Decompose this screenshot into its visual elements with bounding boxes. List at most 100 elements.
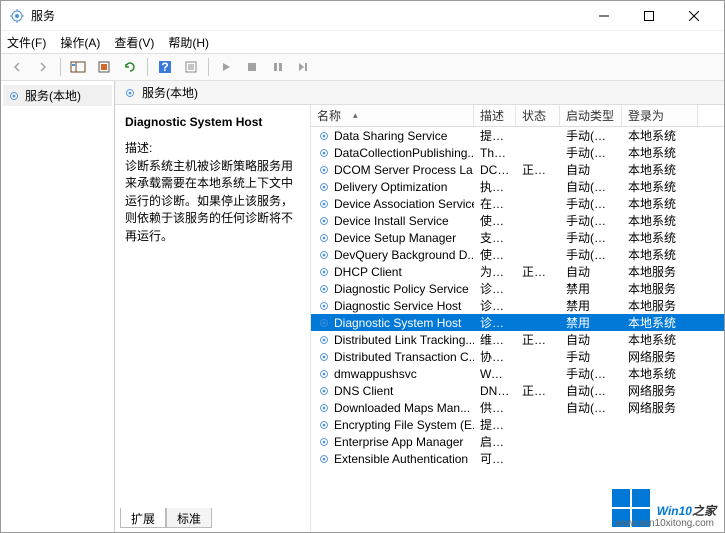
service-row[interactable]: DevQuery Background D...使应...手动(触发...本地系… xyxy=(311,246,724,263)
service-row[interactable]: DCOM Server Process La...DCO...正在...自动本地… xyxy=(311,161,724,178)
service-startup: 手动(触发... xyxy=(560,229,622,246)
help-button[interactable]: ? xyxy=(153,56,177,78)
service-name: Distributed Link Tracking... xyxy=(334,333,474,347)
col-startup[interactable]: 启动类型 xyxy=(560,105,622,126)
service-startup: 手动(触发... xyxy=(560,212,622,229)
gear-icon xyxy=(317,129,331,143)
gear-icon xyxy=(317,146,331,160)
service-row[interactable]: Distributed Link Tracking...维护...正在...自动… xyxy=(311,331,724,348)
menu-file[interactable]: 文件(F) xyxy=(7,34,46,51)
service-name: Device Setup Manager xyxy=(334,231,456,245)
show-hide-button[interactable] xyxy=(66,56,90,78)
export-button[interactable] xyxy=(92,56,116,78)
col-logon[interactable]: 登录为 xyxy=(622,105,698,126)
service-row[interactable]: Extensible Authentication可扩... xyxy=(311,450,724,467)
service-row[interactable]: Data Sharing Service提供...手动(触发...本地系统 xyxy=(311,127,724,144)
service-row[interactable]: Encrypting File System (E...提供... xyxy=(311,416,724,433)
service-row[interactable]: Distributed Transaction C...协调... 手动网络服务 xyxy=(311,348,724,365)
tab-standard[interactable]: 标准 xyxy=(166,508,212,528)
tree-root-item[interactable]: 服务(本地) xyxy=(3,85,112,106)
service-row[interactable]: Enterprise App Manager启用... xyxy=(311,433,724,450)
gear-icon xyxy=(317,316,331,330)
pause-service-button xyxy=(266,56,290,78)
gear-icon xyxy=(317,333,331,347)
service-desc: 提供... xyxy=(474,416,516,433)
service-logon: 本地系统 xyxy=(622,195,698,212)
service-row[interactable]: Delivery Optimization执行...自动(延迟...本地系统 xyxy=(311,178,724,195)
tab-extended[interactable]: 扩展 xyxy=(120,508,166,528)
gear-icon xyxy=(317,231,331,245)
window-title: 服务 xyxy=(31,7,581,24)
service-logon: 本地系统 xyxy=(622,144,698,161)
gear-icon xyxy=(317,384,331,398)
service-name: Delivery Optimization xyxy=(334,180,447,194)
close-button[interactable] xyxy=(671,2,716,30)
pane-header: 服务(本地) xyxy=(115,81,724,105)
gear-icon xyxy=(317,350,331,364)
properties-button[interactable] xyxy=(179,56,203,78)
gear-icon xyxy=(317,180,331,194)
service-startup: 手动(触发... xyxy=(560,195,622,212)
menu-view[interactable]: 查看(V) xyxy=(114,34,154,51)
service-logon: 网络服务 xyxy=(622,399,698,416)
service-logon: 网络服务 xyxy=(622,382,698,399)
service-startup: 自动(延迟... xyxy=(560,399,622,416)
service-desc: 支持... xyxy=(474,229,516,246)
service-desc: DCO... xyxy=(474,163,516,177)
service-desc: 使计... xyxy=(474,212,516,229)
service-row[interactable]: Device Install Service使计...手动(触发...本地系统 xyxy=(311,212,724,229)
service-row[interactable]: Downloaded Maps Man...供应...自动(延迟...网络服务 xyxy=(311,399,724,416)
menu-action[interactable]: 操作(A) xyxy=(60,34,100,51)
service-name: Distributed Transaction C... xyxy=(334,350,474,364)
sort-asc-icon: ▴ xyxy=(353,110,358,121)
service-desc: DNS ... xyxy=(474,384,516,398)
service-startup: 手动(触发... xyxy=(560,246,622,263)
service-logon: 本地服务 xyxy=(622,263,698,280)
gear-icon xyxy=(317,248,331,262)
service-startup: 手动(触发... xyxy=(560,127,622,144)
start-service-button xyxy=(214,56,238,78)
gear-icon xyxy=(7,89,21,103)
service-startup: 手动 xyxy=(560,348,622,365)
minimize-button[interactable] xyxy=(581,2,626,30)
service-logon: 本地系统 xyxy=(622,246,698,263)
service-row[interactable]: Device Setup Manager支持...手动(触发...本地系统 xyxy=(311,229,724,246)
col-name[interactable]: 名称▴ xyxy=(311,105,474,126)
service-row[interactable]: DataCollectionPublishing...The ...手动(触发.… xyxy=(311,144,724,161)
service-logon: 本地系统 xyxy=(622,178,698,195)
maximize-button[interactable] xyxy=(626,2,671,30)
col-desc[interactable]: 描述 xyxy=(474,105,516,126)
service-row[interactable]: DNS ClientDNS ...正在...自动(触发...网络服务 xyxy=(311,382,724,399)
service-name: Device Install Service xyxy=(334,214,449,228)
service-row[interactable]: Device Association Service在系...手动(触发...本… xyxy=(311,195,724,212)
service-row[interactable]: Diagnostic Policy Service诊断...禁用本地服务 xyxy=(311,280,724,297)
service-logon: 本地系统 xyxy=(622,314,698,331)
service-startup: 禁用 xyxy=(560,280,622,297)
service-row[interactable]: DHCP Client为此...正在...自动本地服务 xyxy=(311,263,724,280)
service-row[interactable]: dmwappushsvcWAP...手动(触发...本地系统 xyxy=(311,365,724,382)
service-name: Downloaded Maps Man... xyxy=(334,401,470,415)
gear-icon xyxy=(317,418,331,432)
service-logon: 网络服务 xyxy=(622,348,698,365)
content-body: Diagnostic System Host 描述: 诊断系统主机被诊断策略服务… xyxy=(115,105,724,532)
service-logon: 本地系统 xyxy=(622,365,698,382)
svg-text:?: ? xyxy=(161,60,168,74)
col-status[interactable]: 状态 xyxy=(516,105,560,126)
service-desc: 诊断... xyxy=(474,314,516,331)
view-tabs: 扩展 标准 xyxy=(120,508,212,528)
service-startup: 自动 xyxy=(560,331,622,348)
gear-icon xyxy=(123,86,137,100)
service-name: DataCollectionPublishing... xyxy=(334,146,474,160)
service-desc: 诊断... xyxy=(474,280,516,297)
menu-help[interactable]: 帮助(H) xyxy=(168,34,209,51)
gear-icon xyxy=(317,265,331,279)
stop-service-button xyxy=(240,56,264,78)
service-row[interactable]: Diagnostic Service Host诊断...禁用本地服务 xyxy=(311,297,724,314)
list-column: 名称▴ 描述 状态 启动类型 登录为 Data Sharing Service提… xyxy=(311,105,724,532)
service-desc: 协调... xyxy=(474,348,516,365)
service-name: DHCP Client xyxy=(334,265,402,279)
gear-icon xyxy=(317,452,331,466)
content-pane: 服务(本地) Diagnostic System Host 描述: 诊断系统主机… xyxy=(115,81,724,532)
service-row[interactable]: Diagnostic System Host诊断...禁用本地系统 xyxy=(311,314,724,331)
refresh-button[interactable] xyxy=(118,56,142,78)
